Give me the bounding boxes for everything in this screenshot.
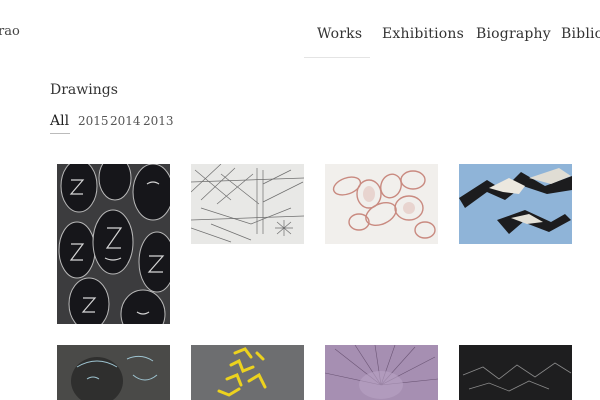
active-nav-underline <box>304 57 370 58</box>
section-title: Drawings <box>50 82 118 98</box>
nav-exhibitions[interactable]: Exhibitions <box>382 26 464 42</box>
artwork-thumbnail-blue-shapes[interactable] <box>459 164 572 244</box>
artwork-thumbnail-pink-loops[interactable] <box>325 164 438 244</box>
artwork-thumbnail-faces[interactable] <box>57 164 170 324</box>
artwork-thumbnail-dark-lines[interactable] <box>459 345 572 400</box>
artwork-thumbnail-violet-burst[interactable] <box>325 345 438 400</box>
filter-2014[interactable]: 2014 <box>110 114 141 128</box>
nav-bibliography[interactable]: Bibliog <box>561 26 600 42</box>
artwork-thumbnail-line-grid[interactable] <box>191 164 304 244</box>
filter-2013[interactable]: 2013 <box>143 114 174 128</box>
nav-biography[interactable]: Biography <box>476 26 551 42</box>
artwork-thumbnail-yellow-marks[interactable] <box>191 345 304 400</box>
nav-works[interactable]: Works <box>317 26 362 42</box>
main-navigation: Works Exhibitions Biography Bibliog <box>0 26 600 60</box>
active-filter-underline <box>50 133 70 134</box>
artwork-thumbnail-dark-figure[interactable] <box>57 345 170 400</box>
filter-all[interactable]: All <box>50 113 69 129</box>
filter-2015[interactable]: 2015 <box>78 114 109 128</box>
